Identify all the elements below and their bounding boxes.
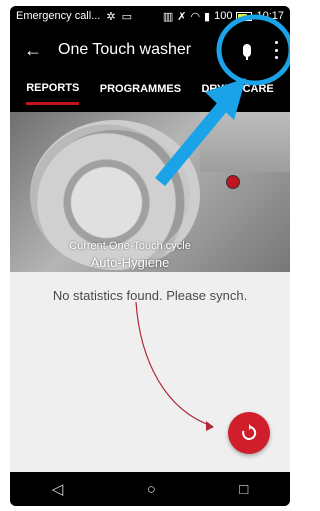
selector-knob	[226, 175, 240, 189]
clock: 10:17	[256, 10, 284, 22]
nfc-icon: ▥	[162, 10, 174, 23]
battery-icon	[236, 11, 253, 21]
bluetooth-icon: ✲	[106, 10, 116, 23]
signal-icon: ▮	[204, 10, 211, 23]
wifi-icon: ◠	[190, 10, 201, 23]
nav-back-icon[interactable]: ◁	[52, 480, 64, 498]
cycle-label: Current One-Touch cycle	[69, 240, 191, 252]
tab-dryer-care[interactable]: DRYER CARE	[201, 83, 273, 103]
nav-home-icon[interactable]: ○	[147, 481, 156, 498]
tab-reports[interactable]: REPORTS	[26, 82, 80, 105]
nav-recents-icon[interactable]: □	[239, 481, 248, 498]
page-title: One Touch washer	[58, 41, 192, 58]
cycle-value: Auto-Hygiene	[90, 255, 170, 270]
reports-content: No statistics found. Please synch.	[10, 272, 290, 472]
phone-screen: Emergency call... ✲ ▭ ▥ ✗ ◠ ▮ 100 10:17 …	[10, 6, 290, 506]
carrier-text: Emergency call...	[16, 10, 101, 22]
empty-state-message: No statistics found. Please synch.	[52, 288, 248, 303]
sync-button[interactable]	[228, 412, 270, 454]
status-bar: Emergency call... ✲ ▭ ▥ ✗ ◠ ▮ 100 10:17	[10, 6, 290, 26]
system-nav-bar: ◁ ○ □	[10, 472, 290, 506]
tab-bar: REPORTS PROGRAMMES DRYER CARE	[10, 74, 290, 112]
image-icon: ▭	[121, 10, 132, 23]
sync-icon	[242, 424, 257, 440]
more-vertical-icon[interactable]	[274, 41, 278, 59]
machine-control-panel	[200, 112, 290, 172]
app-bar: ← One Touch washer	[10, 26, 290, 74]
tab-programmes[interactable]: PROGRAMMES	[100, 83, 181, 103]
microphone-icon[interactable]	[240, 40, 254, 60]
arrow-left-icon[interactable]: ←	[24, 40, 50, 61]
machine-hero-image: Current One-Touch cycle Auto-Hygiene	[10, 112, 290, 272]
battery-percent: 100	[214, 10, 233, 22]
mute-icon: ✗	[177, 10, 187, 23]
